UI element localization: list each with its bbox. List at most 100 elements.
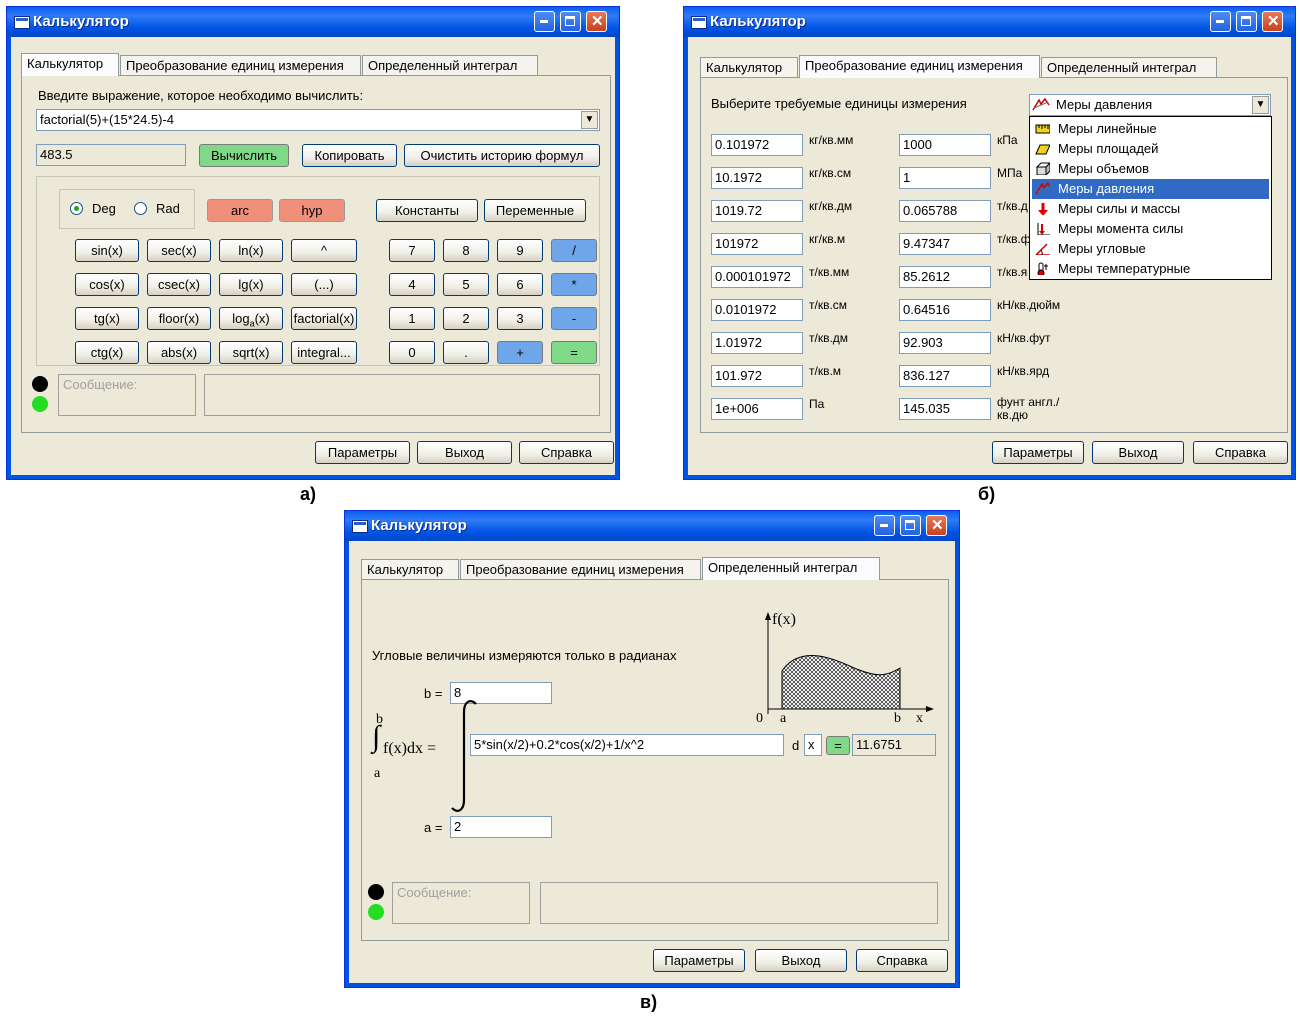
digit-7-button[interactable]: 7 — [389, 239, 435, 262]
close-button[interactable]: ✕ — [926, 515, 947, 536]
variables-button[interactable]: Переменные — [484, 199, 586, 222]
multiply-button[interactable]: * — [551, 273, 597, 296]
rad-radio[interactable] — [134, 202, 147, 215]
fn-ln-button[interactable]: ln(x) — [219, 239, 283, 262]
exit-button[interactable]: Выход — [755, 949, 847, 972]
tab-unit-conversion[interactable]: Преобразование единиц измерения — [460, 559, 701, 579]
fn-ctg-button[interactable]: ctg(x) — [75, 341, 139, 364]
right-value-input[interactable]: 85.2612 — [899, 266, 991, 288]
help-button[interactable]: Справка — [519, 441, 614, 464]
dropdown-option[interactable]: Меры объемов — [1032, 159, 1269, 179]
left-value-input[interactable]: 1.01972 — [711, 332, 803, 354]
tab-unit-conversion[interactable]: Преобразование единиц измерения — [120, 55, 361, 75]
dropdown-option[interactable]: Меры давления — [1032, 179, 1269, 199]
minimize-button[interactable] — [1210, 11, 1231, 32]
help-button[interactable]: Справка — [856, 949, 948, 972]
lower-limit-input[interactable]: 2 — [450, 816, 552, 838]
dropdown-option[interactable]: Меры угловые — [1032, 239, 1269, 259]
units-category-select[interactable]: Меры давления ▼ — [1029, 94, 1271, 116]
divide-button[interactable]: / — [551, 239, 597, 262]
fn-loga-button[interactable]: loga(x) — [219, 307, 283, 330]
compute-integral-button[interactable]: = — [826, 736, 850, 755]
tab-calculator[interactable]: Калькулятор — [21, 53, 119, 76]
close-button[interactable]: ✕ — [586, 11, 607, 32]
arc-button[interactable]: arc — [207, 199, 273, 222]
clear-history-button[interactable]: Очистить историю формул — [404, 144, 600, 167]
exit-button[interactable]: Выход — [1092, 441, 1184, 464]
fn-sqrt-button[interactable]: sqrt(x) — [219, 341, 283, 364]
expression-input[interactable]: factorial(5)+(15*24.5)-4 ▼ — [36, 109, 600, 131]
right-value-input[interactable]: 92.903 — [899, 332, 991, 354]
right-value-input[interactable]: 145.035 — [899, 398, 991, 420]
fn-csec-button[interactable]: csec(x) — [147, 273, 211, 296]
left-value-input[interactable]: 101.972 — [711, 365, 803, 387]
dropdown-option[interactable]: Меры площадей — [1032, 139, 1269, 159]
fn-integral-button[interactable]: integral... — [291, 341, 357, 364]
plus-button[interactable]: + — [497, 341, 543, 364]
maximize-button[interactable] — [900, 515, 921, 536]
tab-definite-integral[interactable]: Определенный интеграл — [1041, 57, 1217, 77]
dropdown-option[interactable]: Меры линейные — [1032, 119, 1269, 139]
title-bar[interactable]: Калькулятор ✕ — [684, 7, 1295, 37]
settings-button[interactable]: Параметры — [653, 949, 745, 972]
digit-5-button[interactable]: 5 — [443, 273, 489, 296]
function-input[interactable]: 5*sin(x/2)+0.2*cos(x/2)+1/x^2 — [470, 734, 784, 756]
digit-4-button[interactable]: 4 — [389, 273, 435, 296]
right-value-input[interactable]: 0.64516 — [899, 299, 991, 321]
title-bar[interactable]: Калькулятор ✕ — [7, 7, 619, 37]
maximize-button[interactable] — [1236, 11, 1257, 32]
tab-definite-integral[interactable]: Определенный интеграл — [362, 55, 538, 75]
fn-parens-button[interactable]: (...) — [291, 273, 357, 296]
tab-unit-conversion[interactable]: Преобразование единиц измерения — [799, 55, 1040, 78]
right-value-input[interactable]: 1000 — [899, 134, 991, 156]
left-value-input[interactable]: 10.1972 — [711, 167, 803, 189]
dropdown-option[interactable]: Меры силы и массы — [1032, 199, 1269, 219]
chevron-down-icon[interactable]: ▼ — [581, 111, 598, 129]
fn-sec-button[interactable]: sec(x) — [147, 239, 211, 262]
digit-2-button[interactable]: 2 — [443, 307, 489, 330]
fn-lg-button[interactable]: lg(x) — [219, 273, 283, 296]
fn-factorial-button[interactable]: factorial(x) — [291, 307, 357, 330]
right-value-input[interactable]: 1 — [899, 167, 991, 189]
copy-button[interactable]: Копировать — [302, 144, 397, 167]
left-value-input[interactable]: 0.000101972 — [711, 266, 803, 288]
digit-6-button[interactable]: 6 — [497, 273, 543, 296]
right-value-input[interactable]: 836.127 — [899, 365, 991, 387]
variable-input[interactable]: x — [804, 734, 822, 756]
right-value-input[interactable]: 0.065788 — [899, 200, 991, 222]
fn-power-button[interactable]: ^ — [291, 239, 357, 262]
left-value-input[interactable]: 1019.72 — [711, 200, 803, 222]
fn-floor-button[interactable]: floor(x) — [147, 307, 211, 330]
fn-sin-button[interactable]: sin(x) — [75, 239, 139, 262]
constants-button[interactable]: Константы — [376, 199, 478, 222]
left-value-input[interactable]: 101972 — [711, 233, 803, 255]
minimize-button[interactable] — [874, 515, 895, 536]
hyp-button[interactable]: hyp — [279, 199, 345, 222]
help-button[interactable]: Справка — [1193, 441, 1288, 464]
fn-cos-button[interactable]: cos(x) — [75, 273, 139, 296]
dot-button[interactable]: . — [443, 341, 489, 364]
digit-8-button[interactable]: 8 — [443, 239, 489, 262]
exit-button[interactable]: Выход — [417, 441, 512, 464]
fn-abs-button[interactable]: abs(x) — [147, 341, 211, 364]
digit-1-button[interactable]: 1 — [389, 307, 435, 330]
digit-0-button[interactable]: 0 — [389, 341, 435, 364]
calculate-button[interactable]: Вычислить — [199, 144, 289, 167]
digit-9-button[interactable]: 9 — [497, 239, 543, 262]
settings-button[interactable]: Параметры — [315, 441, 410, 464]
dropdown-option[interactable]: Меры момента силы — [1032, 219, 1269, 239]
right-value-input[interactable]: 9.47347 — [899, 233, 991, 255]
tab-calculator[interactable]: Калькулятор — [700, 57, 798, 77]
title-bar[interactable]: Калькулятор ✕ — [345, 511, 959, 541]
left-value-input[interactable]: 0.0101972 — [711, 299, 803, 321]
deg-radio[interactable] — [70, 202, 83, 215]
digit-3-button[interactable]: 3 — [497, 307, 543, 330]
fn-tg-button[interactable]: tg(x) — [75, 307, 139, 330]
minus-button[interactable]: - — [551, 307, 597, 330]
left-value-input[interactable]: 0.101972 — [711, 134, 803, 156]
left-value-input[interactable]: 1e+006 — [711, 398, 803, 420]
tab-definite-integral[interactable]: Определенный интеграл — [702, 557, 880, 580]
maximize-button[interactable] — [560, 11, 581, 32]
settings-button[interactable]: Параметры — [992, 441, 1084, 464]
tab-calculator[interactable]: Калькулятор — [361, 559, 459, 579]
